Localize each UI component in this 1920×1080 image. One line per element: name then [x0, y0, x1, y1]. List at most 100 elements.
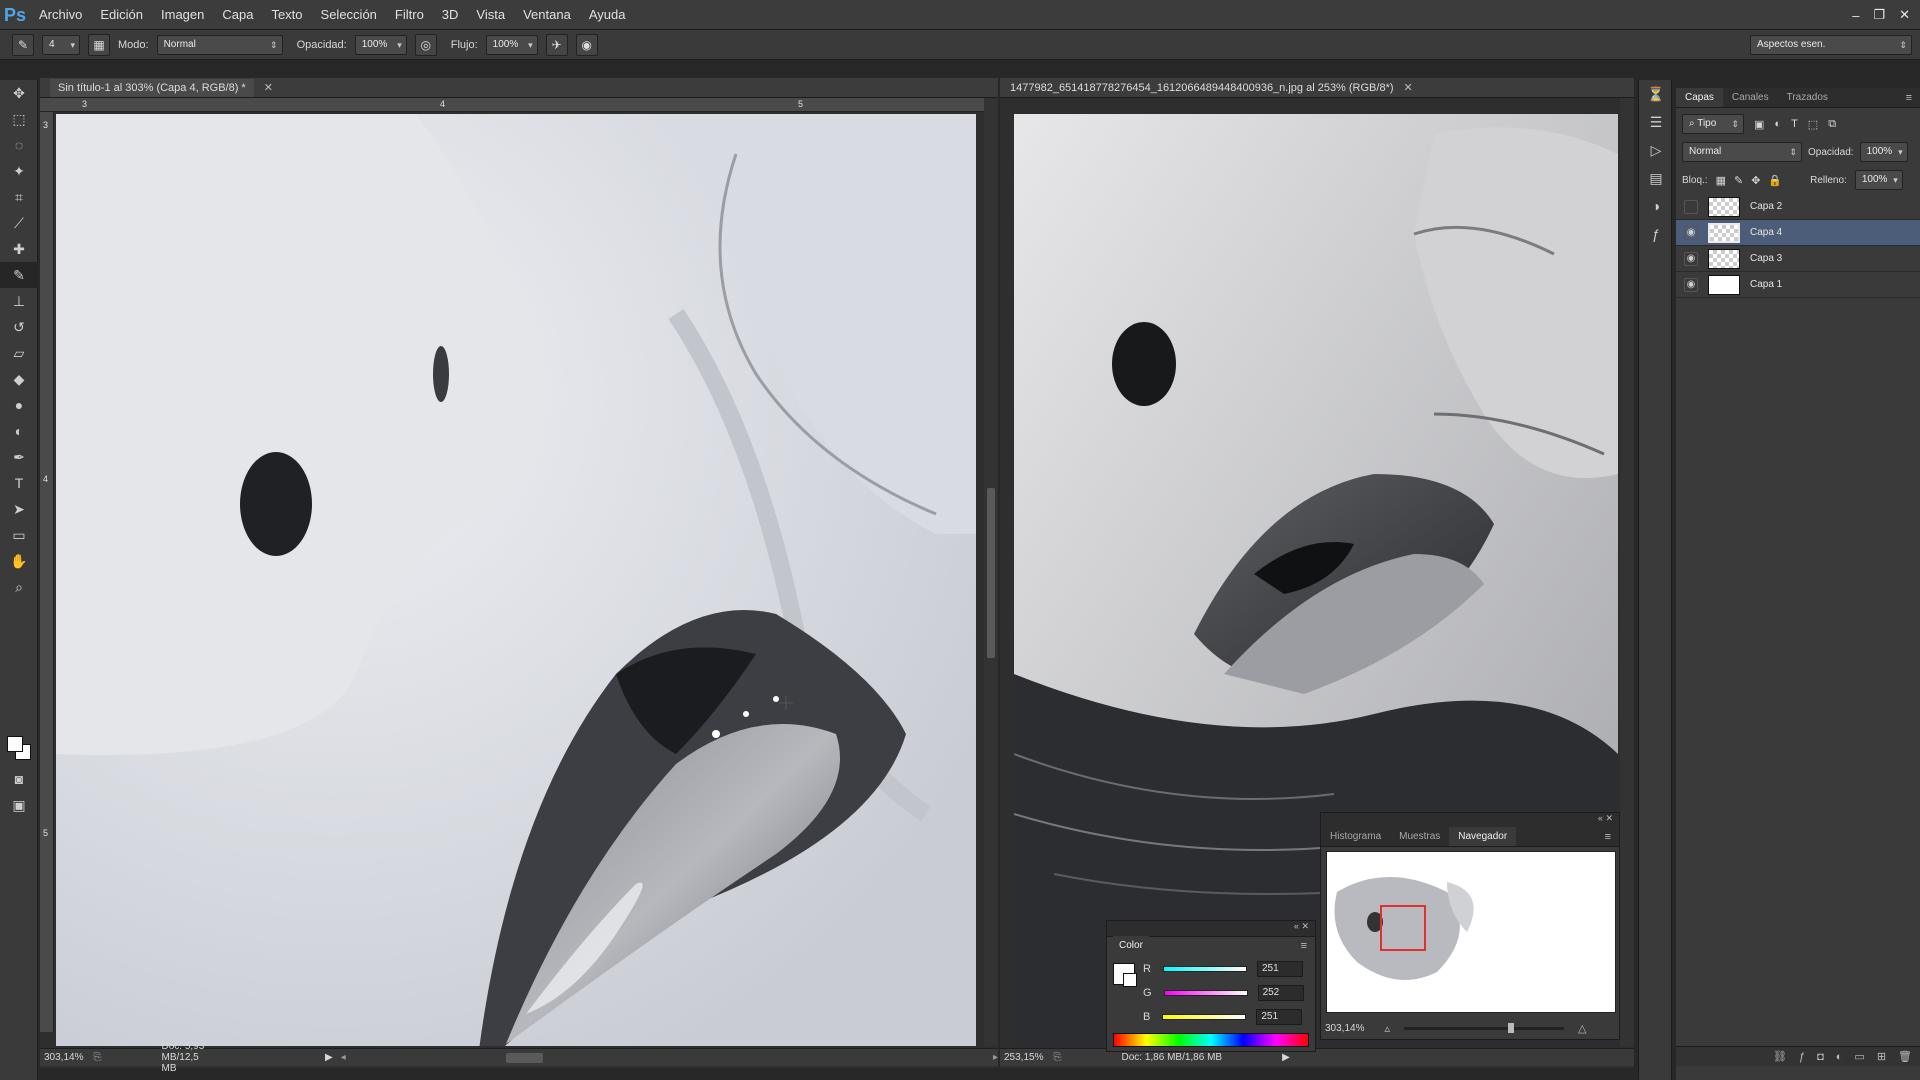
fx-icon[interactable]: ƒ — [1799, 1051, 1805, 1063]
tab-muestras[interactable]: Muestras — [1390, 827, 1449, 846]
document-tab-left[interactable]: Sin título-1 al 303% (Capa 4, RGB/8) * ✕ — [40, 78, 998, 98]
menu-filtro[interactable]: Filtro — [386, 0, 433, 30]
pressure-size-icon[interactable]: ◉ — [575, 33, 598, 56]
eraser-tool-icon[interactable]: ▱ — [0, 340, 38, 366]
vertical-scrollbar-right[interactable] — [1620, 98, 1634, 1046]
slider-r[interactable]: R 251 — [1143, 959, 1303, 979]
menu-archivo[interactable]: Archivo — [30, 0, 91, 30]
color-background-swatch[interactable] — [1123, 973, 1137, 987]
path-selection-tool-icon[interactable]: ➤ — [0, 496, 38, 522]
close-icon[interactable]: ✕ — [1605, 813, 1613, 823]
eye-icon[interactable]: ◉ — [1684, 251, 1698, 266]
menu-texto[interactable]: Texto — [262, 0, 311, 30]
layer-row-capa-3[interactable]: ◉ Capa 3 — [1676, 246, 1920, 272]
navigator-zoom[interactable]: 303,14% — [1325, 1023, 1364, 1034]
restore-button[interactable]: ❐ — [1873, 7, 1885, 23]
lock-all-icon[interactable]: 🔒 — [1768, 174, 1782, 187]
menu-capa[interactable]: Capa — [213, 0, 262, 30]
move-tool-icon[interactable]: ✥ — [0, 80, 38, 106]
zoom-in-icon[interactable]: △ — [1578, 1022, 1586, 1035]
close-icon[interactable]: ✕ — [1301, 921, 1309, 931]
collapse-icon[interactable]: « — [1294, 921, 1299, 931]
menu-imagen[interactable]: Imagen — [152, 0, 213, 30]
fill-input[interactable]: 100% ▾ — [1854, 170, 1903, 190]
scrollbar-thumb[interactable] — [987, 488, 995, 658]
export-icon[interactable]: ⎘ — [93, 1052, 101, 1063]
brush-preset-icon[interactable]: ✎ — [12, 33, 34, 56]
filter-smart-object-icon[interactable]: ⧉ — [1828, 118, 1836, 131]
add-mask-icon[interactable]: ◘ — [1817, 1051, 1824, 1063]
visibility-toggle-off[interactable] — [1684, 199, 1698, 214]
lock-position-icon[interactable]: ✥ — [1751, 174, 1760, 187]
slider-track[interactable] — [1162, 1014, 1247, 1020]
eye-icon[interactable]: ◉ — [1684, 277, 1698, 292]
eyedropper-tool-icon[interactable]: ⟋ — [0, 210, 38, 236]
brush-panel-icon[interactable]: ▦ — [88, 33, 110, 56]
layer-row-capa-1[interactable]: ◉ Capa 1 — [1676, 272, 1920, 298]
dodge-tool-icon[interactable]: ◐ — [0, 418, 38, 444]
crop-tool-icon[interactable]: ⌗ — [0, 184, 38, 210]
healing-brush-tool-icon[interactable]: ✚ — [0, 236, 38, 262]
rectangle-tool-icon[interactable]: ▭ — [0, 522, 38, 548]
paint-bucket-tool-icon[interactable]: ◆ — [0, 366, 38, 392]
clone-stamp-tool-icon[interactable]: ⊥ — [0, 288, 38, 314]
history-brush-tool-icon[interactable]: ↺ — [0, 314, 38, 340]
pressure-opacity-icon[interactable]: ◎ — [414, 33, 437, 56]
history-icon[interactable]: ⏳ — [1639, 80, 1673, 108]
flow-input[interactable]: 100% ▾ — [485, 34, 538, 55]
menu-vista[interactable]: Vista — [467, 0, 514, 30]
filter-pixel-icon[interactable]: ▣ — [1754, 118, 1764, 131]
tab-canales[interactable]: Canales — [1723, 88, 1778, 107]
screen-mode-icon[interactable]: ▣ — [0, 792, 38, 818]
slider-b[interactable]: B 251 — [1143, 1007, 1303, 1027]
zoom-level[interactable]: 303,14% — [44, 1052, 83, 1063]
blend-mode-select[interactable]: Normal ⇕ — [1682, 142, 1802, 162]
layer-name[interactable]: Capa 3 — [1750, 253, 1782, 264]
vertical-scrollbar-left[interactable] — [984, 98, 998, 1046]
trash-icon[interactable]: 🗑 — [1898, 1050, 1912, 1063]
filter-shape-icon[interactable]: ⬚ — [1808, 118, 1818, 131]
horizontal-scrollbar-thumb[interactable] — [505, 1052, 543, 1063]
navigator-preview[interactable] — [1326, 851, 1616, 1013]
type-tool-icon[interactable]: T — [0, 470, 38, 496]
menu-ventana[interactable]: Ventana — [514, 0, 580, 30]
tab-color[interactable]: Color — [1113, 936, 1149, 956]
zoom-tool-icon[interactable]: ⌕ — [0, 574, 38, 600]
lock-transparency-icon[interactable]: ▦ — [1716, 174, 1726, 187]
document-tab-right[interactable]: 1477982_651418778276454_1612066489448400… — [1000, 78, 1634, 98]
minimize-button[interactable]: – — [1852, 8, 1859, 23]
fx-icon[interactable]: ƒ — [1639, 220, 1673, 248]
scroll-right-icon[interactable]: ▸ — [993, 1052, 998, 1063]
link-layers-icon[interactable]: ⛓ — [1773, 1050, 1787, 1063]
scroll-left-icon[interactable]: ◂ — [341, 1052, 346, 1063]
pen-tool-icon[interactable]: ✒ — [0, 444, 38, 470]
panel-menu-icon[interactable]: ≡ — [1906, 88, 1912, 107]
layer-opacity-input[interactable]: 100% ▾ — [1859, 142, 1908, 162]
menu-seleccion[interactable]: Selección — [312, 0, 386, 30]
filter-adjustment-icon[interactable]: ◐ — [1774, 118, 1781, 130]
slider-g[interactable]: G 252 — [1143, 983, 1304, 1003]
menu-ayuda[interactable]: Ayuda — [580, 0, 635, 30]
collapse-icon[interactable]: « — [1598, 813, 1603, 823]
kind-filter-select[interactable]: ⌕ Tipo ⇕ — [1682, 114, 1744, 134]
panel-menu-icon[interactable]: ≡ — [1301, 940, 1307, 952]
tab-histograma[interactable]: Histograma — [1321, 827, 1390, 846]
layer-name[interactable]: Capa 4 — [1750, 227, 1782, 238]
properties-icon[interactable]: ▤ — [1639, 164, 1673, 192]
zoom-slider[interactable] — [1404, 1022, 1565, 1033]
quick-mask-icon[interactable]: ◙ — [0, 766, 38, 792]
opacity-input[interactable]: 100% ▾ — [354, 34, 407, 55]
marquee-tool-icon[interactable]: ⬚ — [0, 106, 38, 132]
layer-name[interactable]: Capa 1 — [1750, 279, 1782, 290]
foreground-color-swatch[interactable] — [7, 736, 23, 752]
workspace-select[interactable]: Aspectos esen. ⇕ — [1750, 35, 1912, 55]
color-spectrum[interactable] — [1113, 1033, 1309, 1047]
tab-capas[interactable]: Capas — [1676, 88, 1723, 107]
actions-icon[interactable]: ▷ — [1639, 136, 1673, 164]
close-icon[interactable]: ✕ — [264, 81, 273, 94]
mode-select[interactable]: Normal ⇕ — [156, 34, 283, 55]
menu-edicion[interactable]: Edición — [91, 0, 152, 30]
brush-size-picker[interactable]: 4 ▾ — [42, 34, 80, 55]
panel-menu-icon[interactable]: ≡ — [1605, 827, 1611, 846]
adjustments-icon[interactable]: ☰ — [1639, 108, 1673, 136]
